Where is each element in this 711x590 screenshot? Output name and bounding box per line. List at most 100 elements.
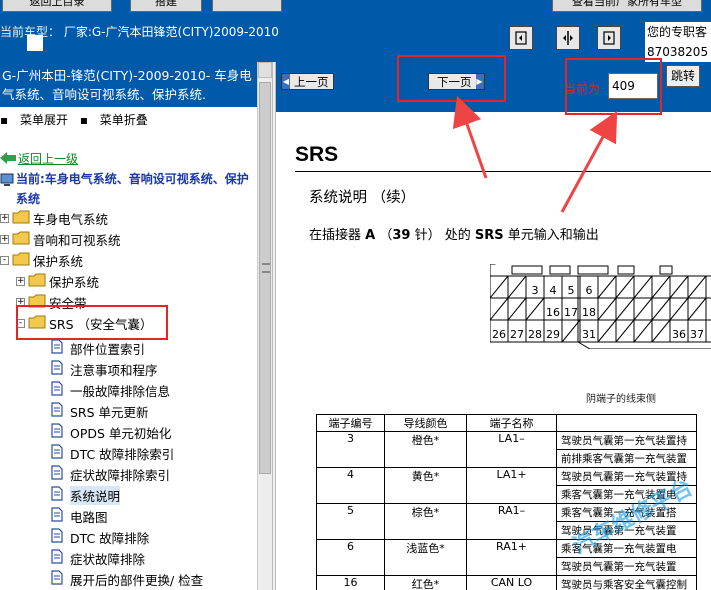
para-text: 针） 处的 (410, 228, 475, 243)
empty-pin-mark (651, 319, 671, 343)
folder-icon (12, 252, 33, 269)
tree-folder-label: 车身电气系统 (33, 211, 109, 227)
top-toolbar: 返回上目录 搭建 查看当前厂家所有车型 当前车型： 厂家:G-广汽本田锋范(CI… (0, 0, 711, 62)
terminal-number: 5 (316, 503, 385, 540)
prev-page-label: 上一页 (294, 74, 329, 89)
scroll-up-arrow[interactable] (258, 62, 272, 78)
connector-pin-number: 16 (546, 306, 560, 319)
col-wire-color: 导线颜色 (384, 414, 467, 432)
blank-box (27, 35, 43, 51)
connector-pin-number: 29 (546, 328, 560, 341)
tree-doc-label: 系统说明 (70, 485, 121, 505)
document-icon (50, 402, 70, 420)
table-row: 4 黄色* LA1+ 驾驶员气囊第一充气装置持 (316, 467, 697, 504)
view-all-models-button[interactable]: 查看当前厂家所有车型 (552, 0, 702, 12)
menu-collapse-link[interactable]: 菜单折叠 (100, 113, 148, 127)
back-link[interactable]: 返回上一级 (18, 150, 78, 167)
document-icon (50, 528, 70, 546)
folder-icon (12, 231, 33, 248)
connector-pin-number: 5 (568, 284, 575, 297)
empty-pin-mark (597, 319, 617, 343)
expand-icon[interactable]: + (0, 213, 9, 223)
prev-arrow-icon: ◀ (282, 74, 290, 89)
menu-expand-icon: ▪ (0, 113, 9, 127)
empty-pin-mark (651, 275, 671, 299)
terminal-number: 4 (316, 467, 385, 504)
tree-folder[interactable]: + 音响和可视系统 (0, 229, 121, 249)
contact-info: 您的专职客 87038205 (645, 22, 711, 62)
split-frame-icon[interactable] (556, 26, 580, 50)
build-button[interactable]: 搭建 (130, 0, 202, 12)
tree-doc-label: 电路图 (70, 509, 108, 525)
document-icon (50, 549, 70, 567)
connector-caption: 阴端子的线束侧 (586, 394, 656, 405)
document-icon (50, 465, 70, 483)
empty-pin-mark (507, 275, 527, 299)
empty-pin-mark (490, 275, 509, 299)
empty-pin-mark (669, 275, 689, 299)
tree-doc-item[interactable]: 展开后的部件更换/ 检查 (50, 569, 203, 589)
section-heading: 系统说明 （续） (309, 190, 416, 206)
prev-page-button[interactable]: ◀ 上一页 (281, 73, 334, 90)
tree-doc-item[interactable]: DTC 故障排除 (50, 527, 149, 547)
table-row: 3 橙色* LA1– 驾驶员气囊第一充气装置持 (316, 431, 697, 468)
annotation-box-srs (16, 305, 168, 340)
annotation-box-next (397, 55, 506, 102)
collapse-icon[interactable]: - (0, 255, 9, 265)
terminal-number: 3 (316, 431, 385, 468)
tree-doc-item[interactable]: 症状故障排除索引 (50, 464, 170, 484)
document-icon (50, 339, 70, 357)
tree-doc-item[interactable]: 电路图 (50, 506, 108, 526)
current-model-value: 厂家:G-广汽本田锋范(CITY)2009-2010 (63, 25, 279, 39)
document-icon (50, 486, 70, 504)
wire-color: 黄色* (384, 467, 467, 504)
left-panel-title: G-广州本田-锋范(CITY)-2009-2010- 车身电气系统、音响设可视系… (0, 62, 257, 107)
terminal-description: 驾驶员与乘客安全气囊控制 (556, 575, 697, 590)
menu-collapse-icon: ▪ (79, 113, 88, 127)
tree-doc-item[interactable]: 症状故障排除 (50, 548, 145, 568)
table-header-row: 端子编号 导线颜色 端子名称 (316, 414, 697, 432)
expand-icon[interactable]: + (0, 234, 9, 244)
tree-folder[interactable]: + 车身电气系统 (0, 208, 108, 228)
app-root: { "top": { "buttons": ["返回上目录", "搭建", "查… (0, 0, 711, 590)
connector-pin-number: 27 (510, 328, 524, 341)
empty-pin-mark (687, 275, 707, 299)
tree-doc-item[interactable]: 部件位置索引 (50, 338, 145, 358)
document-icon (50, 570, 70, 588)
tree-doc-item[interactable]: DTC 故障排除索引 (50, 443, 174, 463)
tree-doc-label: 症状故障排除索引 (70, 467, 171, 483)
left-scrollbar[interactable] (257, 62, 272, 590)
tree-folder[interactable]: + 保护系统 (16, 271, 99, 291)
heading-rule (295, 171, 711, 172)
expand-icon[interactable]: + (16, 276, 25, 286)
connector-pin-number: 4 (550, 284, 557, 297)
table-row: 16 红色* CAN LO 驾驶员与乘客安全气囊控制 (316, 575, 697, 590)
tree-doc-item[interactable]: 注意事项和程序 (50, 359, 158, 379)
para-text: 在插接器 (309, 228, 366, 243)
contact-line-1: 您的专职客 (647, 25, 708, 39)
first-frame-icon[interactable] (509, 26, 533, 50)
tree-doc-item[interactable]: 系统说明 (50, 485, 121, 505)
tree-doc-item[interactable]: SRS 单元更新 (50, 401, 149, 421)
jump-button[interactable]: 跳转 (666, 65, 700, 87)
tree-folder[interactable]: - 保护系统 (0, 250, 83, 270)
back-arrow-icon (0, 152, 16, 164)
page-heading: SRS (295, 143, 339, 166)
connector-pin-number: 18 (582, 306, 596, 319)
annotation-box-page (565, 58, 662, 115)
terminal-number: 6 (316, 539, 385, 576)
scroll-thumb[interactable] (259, 82, 271, 474)
table-row: 6 浅蓝色* RA1+ 乘客气囊第一充气装置电 (316, 539, 697, 576)
tree-doc-label: 注意事项和程序 (70, 362, 158, 378)
last-frame-icon[interactable] (597, 26, 621, 50)
document-icon (50, 423, 70, 441)
back-to-directory-button[interactable]: 返回上目录 (2, 0, 112, 12)
toolbar-button[interactable] (212, 0, 282, 12)
tree-doc-item[interactable]: 一般故障排除信息 (50, 380, 170, 400)
menu-expand-link[interactable]: 菜单展开 (20, 113, 68, 127)
tree-doc-item[interactable]: OPDS 单元初始化 (50, 422, 171, 442)
terminal-name: CAN LO (466, 575, 557, 590)
para-pin-count: 39 (392, 228, 411, 243)
tree-doc-label: DTC 故障排除索引 (70, 446, 175, 462)
connector-pins: 3 4 5 6 16 17 18 26 27 28 29 31 36 37 (490, 275, 707, 343)
